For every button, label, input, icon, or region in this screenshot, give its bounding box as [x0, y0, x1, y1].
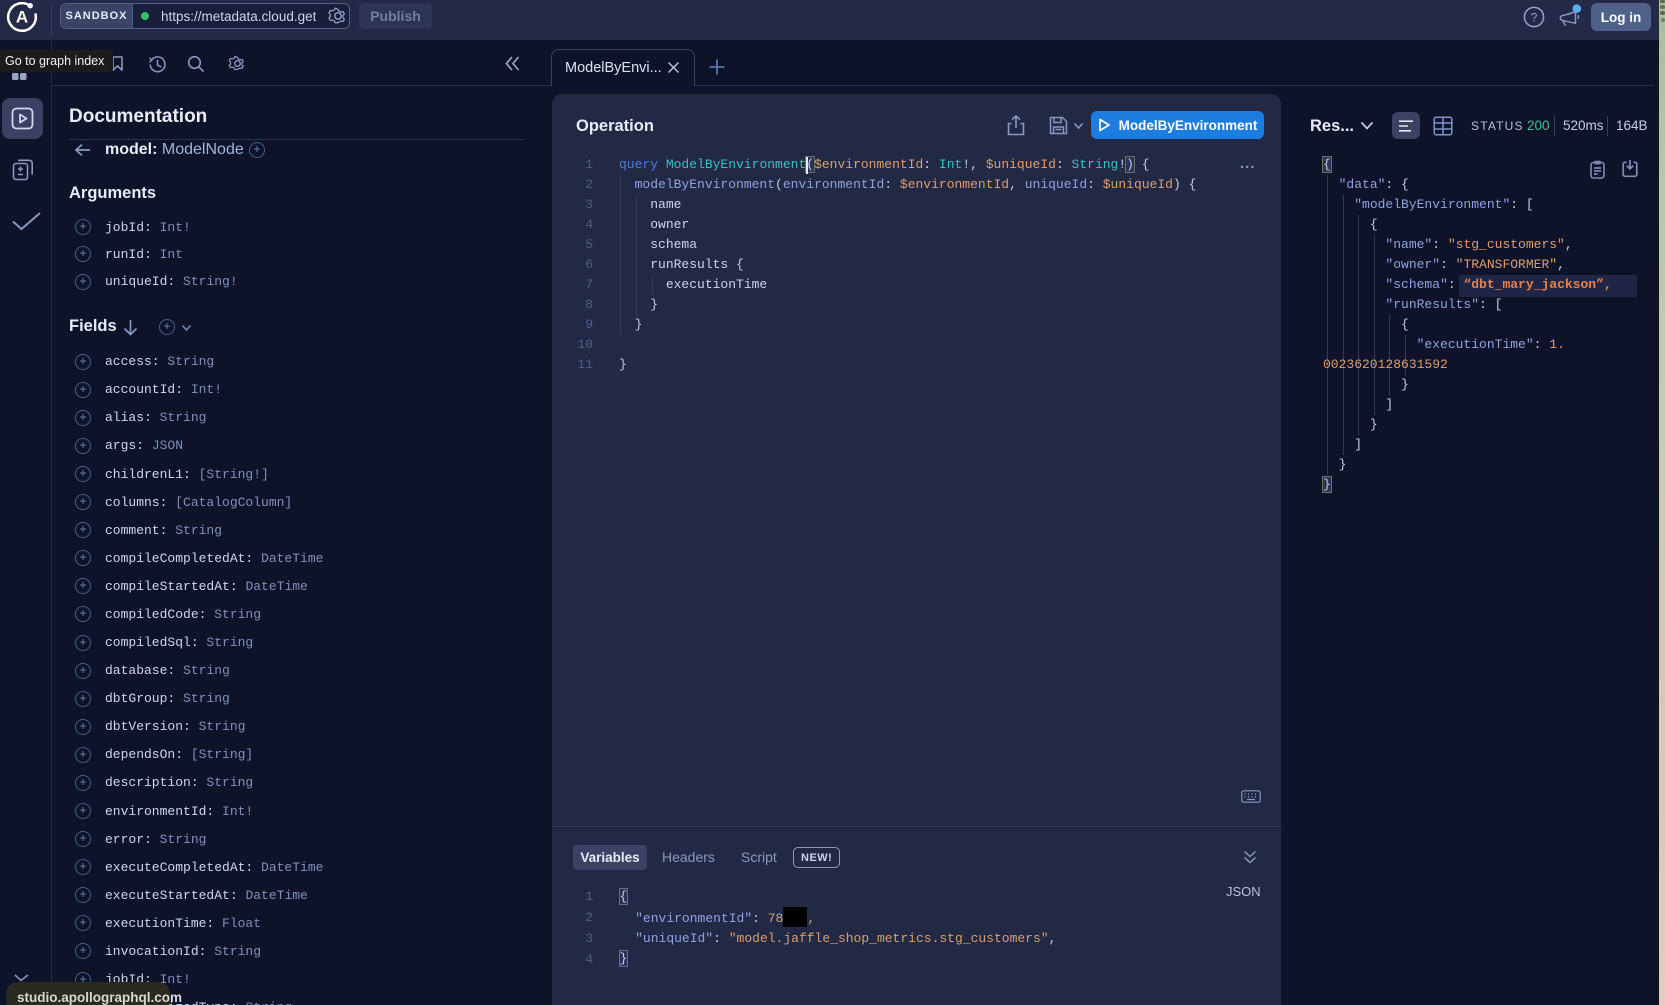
svg-text:?: ?: [1531, 10, 1538, 24]
svg-text:A: A: [16, 8, 28, 27]
